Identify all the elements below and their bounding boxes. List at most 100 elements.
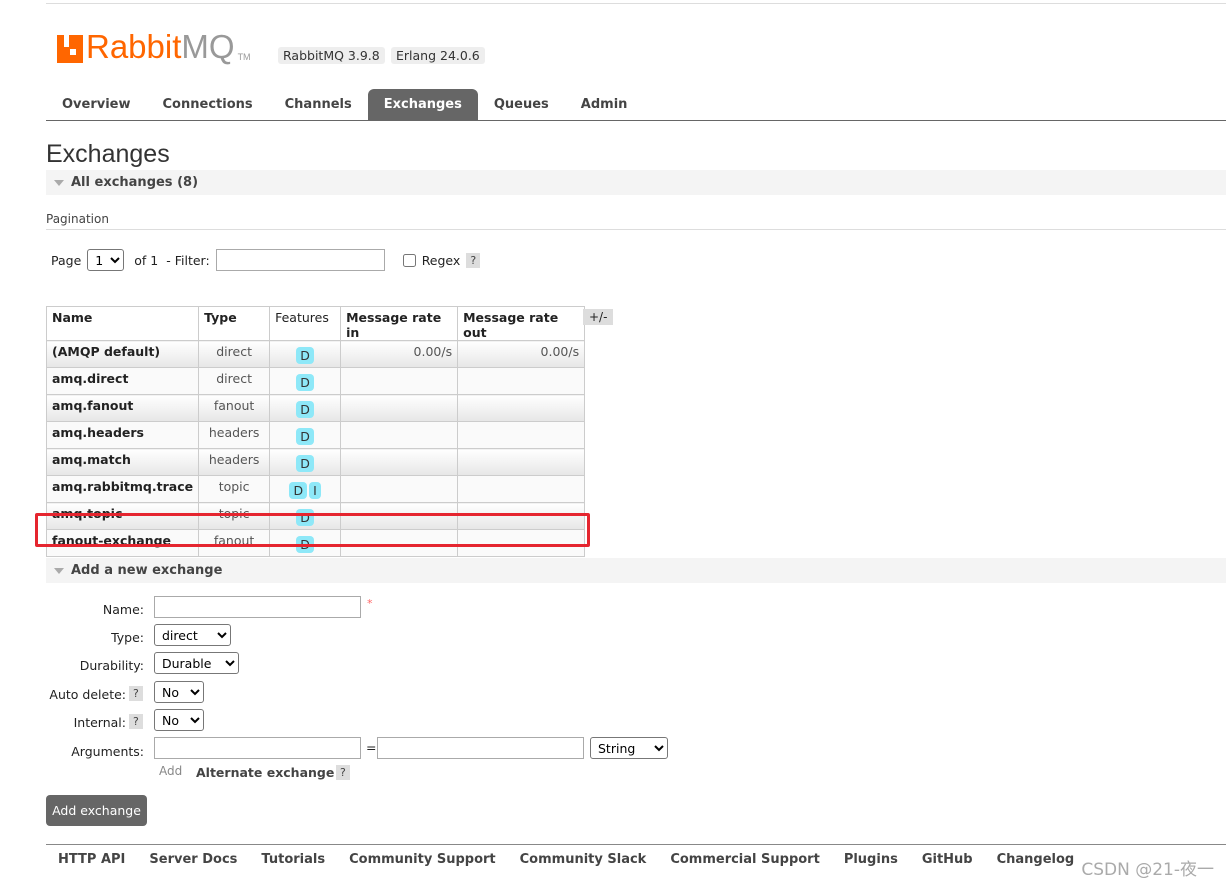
add-argument-link[interactable]: Add — [159, 764, 182, 778]
tab-admin[interactable]: Admin — [565, 89, 644, 120]
footer-link[interactable]: Changelog — [985, 852, 1087, 868]
feature-badge: D — [296, 374, 314, 391]
filter-input[interactable] — [215, 249, 385, 271]
exchange-type: topic — [198, 475, 271, 503]
logo-text: Rabbit — [86, 28, 182, 65]
rabbitmq-logo[interactable]: Rabbit MQ TM — [57, 30, 251, 63]
feature-badge: D — [296, 347, 314, 364]
rabbit-logo-icon — [57, 35, 83, 63]
exchange-features: D — [269, 367, 342, 395]
rabbitmq-version: RabbitMQ 3.9.8 — [278, 47, 385, 64]
col-type[interactable]: Type — [198, 306, 271, 341]
name-input[interactable] — [154, 596, 361, 618]
alternate-exchange-help[interactable]: ? — [336, 765, 350, 780]
feature-badge: D — [289, 482, 308, 499]
footer-link[interactable]: Community Support — [337, 852, 508, 868]
footer-link[interactable]: GitHub — [910, 852, 985, 868]
rate-out — [457, 421, 586, 449]
tab-overview[interactable]: Overview — [46, 89, 147, 120]
tab-exchanges[interactable]: Exchanges — [367, 89, 478, 120]
tab-channels[interactable]: Channels — [269, 89, 368, 120]
exchange-name-link[interactable]: amq.headers — [52, 425, 144, 440]
footer-links: HTTP API Server Docs Tutorials Community Su… — [46, 852, 1086, 868]
footer-link[interactable]: Tutorials — [249, 852, 337, 868]
rate-out — [457, 394, 586, 422]
footer-divider — [46, 844, 1226, 845]
exchange-features: D — [269, 394, 342, 422]
regex-help-button[interactable]: ? — [466, 252, 481, 268]
exchange-features: DI — [269, 475, 342, 503]
argument-value-input[interactable] — [377, 737, 584, 759]
exchange-type: headers — [198, 421, 271, 449]
exchange-type: direct — [198, 367, 271, 395]
add-exchange-button[interactable]: Add exchange — [46, 795, 147, 826]
table-row: amq.direct direct D — [45, 367, 586, 395]
argument-key-input[interactable] — [154, 737, 361, 759]
footer-link[interactable]: HTTP API — [46, 852, 137, 868]
regex-label: Regex — [421, 252, 461, 268]
footer-link[interactable]: Community Slack — [508, 852, 659, 868]
type-label: Type: — [111, 630, 144, 645]
internal-select[interactable]: No — [154, 709, 204, 731]
table-row: amq.rabbitmq.trace topic DI — [45, 475, 586, 503]
auto-delete-select[interactable]: No — [154, 681, 204, 703]
argument-type-select[interactable]: String — [590, 737, 668, 759]
table-row: (AMQP default) direct D 0.00/s 0.00/s — [45, 340, 586, 368]
arguments-label: Arguments: — [71, 744, 144, 759]
exchange-name-link[interactable]: amq.direct — [52, 371, 128, 386]
exchange-type: headers — [198, 448, 271, 476]
rate-in: 0.00/s — [340, 340, 459, 368]
rate-in — [340, 394, 459, 422]
highlight-annotation — [35, 513, 590, 547]
tab-connections[interactable]: Connections — [147, 89, 269, 120]
exchange-features: D — [269, 448, 342, 476]
columns-toggle-button[interactable]: +/- — [583, 309, 614, 325]
add-exchange-toggle[interactable]: Add a new exchange — [46, 558, 1226, 583]
top-divider — [46, 3, 1226, 4]
rate-out — [457, 367, 586, 395]
pagination-divider — [46, 229, 1226, 230]
durability-select[interactable]: Durable — [154, 652, 239, 674]
logo-tm: TM — [237, 52, 251, 62]
exchange-name-link[interactable]: amq.rabbitmq.trace — [52, 479, 193, 494]
watermark: CSDN @21-夜一 — [1081, 860, 1214, 880]
regex-checkbox[interactable] — [402, 253, 416, 267]
page-select[interactable]: 1 — [87, 249, 125, 271]
col-name[interactable]: Name — [45, 306, 200, 341]
page-label: Page — [51, 252, 82, 268]
exchange-name-link[interactable]: amq.match — [52, 452, 131, 467]
auto-delete-help[interactable]: ? — [129, 686, 143, 701]
exchange-name-link[interactable]: amq.fanout — [52, 398, 133, 413]
all-exchanges-toggle[interactable]: All exchanges (8) — [46, 170, 1226, 195]
footer-link[interactable]: Server Docs — [137, 852, 249, 868]
rate-out — [457, 448, 586, 476]
tab-queues[interactable]: Queues — [478, 89, 565, 120]
exchange-name-link[interactable]: (AMQP default) — [52, 344, 160, 359]
feature-badge: D — [296, 401, 314, 418]
exchange-features: D — [269, 340, 342, 368]
name-label: Name: — [102, 602, 144, 617]
rate-in — [340, 367, 459, 395]
rate-in — [340, 421, 459, 449]
type-select[interactable]: direct — [154, 624, 231, 646]
logo-text-mq: MQ — [181, 28, 235, 65]
main-nav: Overview Connections Channels Exchanges … — [46, 89, 1226, 121]
pagination-label: Pagination — [46, 212, 109, 226]
rate-out: 0.00/s — [457, 340, 586, 368]
col-rate-out[interactable]: Message rate out — [457, 306, 586, 341]
exchange-type: direct — [198, 340, 271, 368]
alternate-exchange-link[interactable]: Alternate exchange — [196, 765, 334, 780]
equals-sign: = — [366, 740, 377, 755]
feature-badge: D — [296, 428, 314, 445]
footer-link[interactable]: Plugins — [832, 852, 910, 868]
table-row: amq.headers headers D — [45, 421, 586, 449]
exchange-features: D — [269, 421, 342, 449]
erlang-version: Erlang 24.0.6 — [391, 47, 485, 64]
feature-badge: I — [309, 482, 321, 499]
footer-link[interactable]: Commercial Support — [658, 852, 832, 868]
feature-badge: D — [296, 455, 314, 472]
table-row: amq.fanout fanout D — [45, 394, 586, 422]
internal-help[interactable]: ? — [129, 714, 143, 729]
col-rate-in[interactable]: Message rate in — [340, 306, 459, 341]
col-features: Features — [269, 306, 342, 341]
